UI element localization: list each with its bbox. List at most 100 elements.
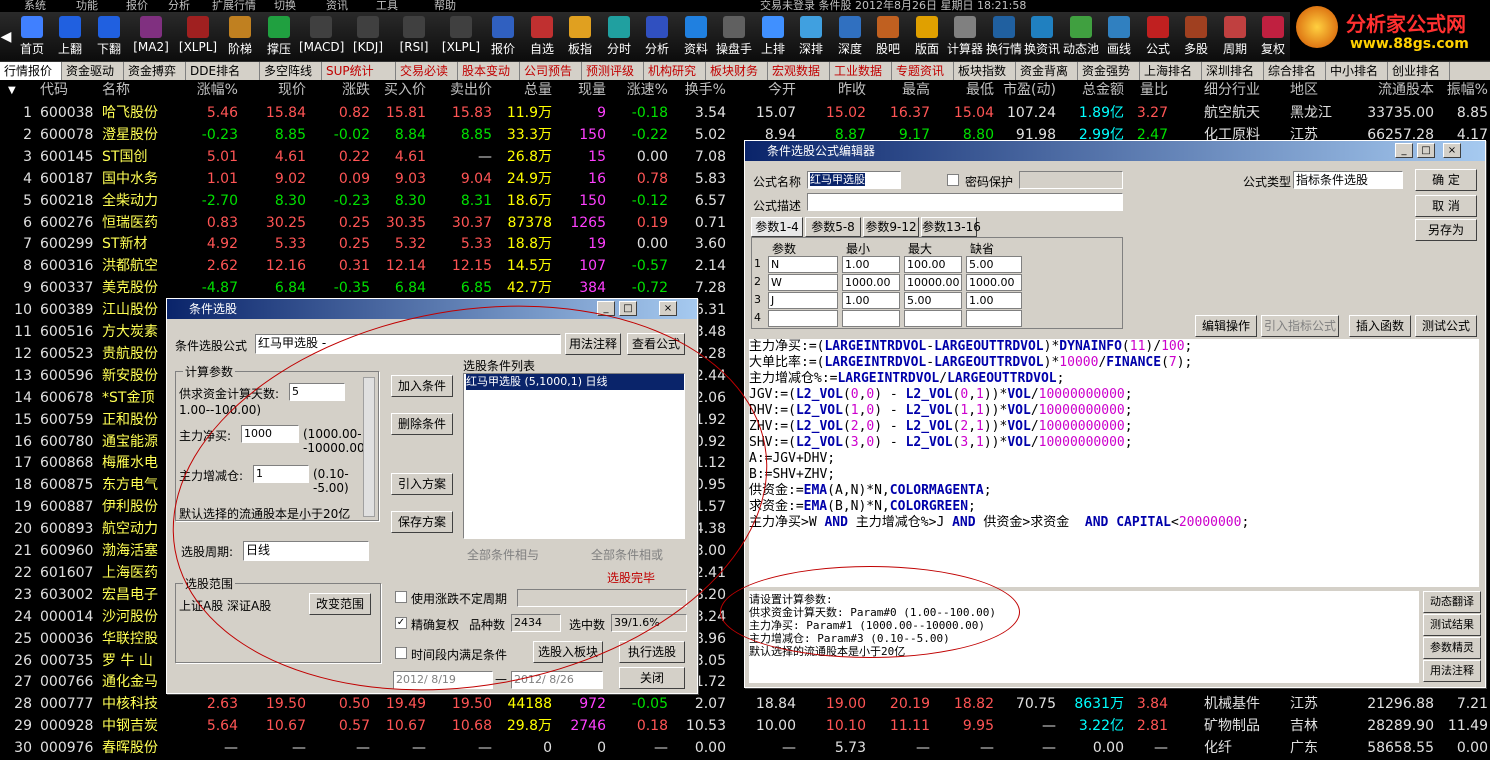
toolbar-button[interactable]: [MACD]	[299, 14, 344, 60]
add-condition-button[interactable]: 加入条件	[391, 375, 453, 397]
view-formula-button[interactable]: 查看公式	[627, 333, 685, 355]
ok-button[interactable]: 确 定	[1415, 169, 1477, 191]
toolbar-button[interactable]: 报价	[485, 14, 521, 60]
tab-21[interactable]: 中小排名	[1326, 62, 1388, 80]
password-input[interactable]	[1019, 171, 1123, 189]
tab-10[interactable]: 机构研究	[644, 62, 706, 80]
menu-item[interactable]: 切换	[274, 0, 296, 12]
toolbar-button[interactable]: 深排	[793, 14, 829, 60]
code-line[interactable]: ZHV:=(L2_VOL(2,0) - L2_VOL(2,1))*VOL/100…	[749, 419, 1479, 435]
close-icon[interactable]: ×	[659, 301, 677, 316]
toolbar-button[interactable]: 撑压	[261, 14, 297, 60]
desc-input[interactable]	[807, 193, 1123, 211]
param-cell[interactable]	[842, 310, 900, 327]
run-picker-button[interactable]: 执行选股	[619, 641, 685, 663]
toolbar-button[interactable]: 周期	[1217, 14, 1253, 60]
param-cell[interactable]	[904, 310, 962, 327]
param-cell[interactable]: 5.00	[966, 256, 1022, 273]
toolbar-button[interactable]: 板指	[562, 14, 598, 60]
tab-18[interactable]: 上海排名	[1140, 62, 1202, 80]
usage-button[interactable]: 用法注释	[565, 333, 621, 355]
maximize-button[interactable]: □	[619, 301, 637, 316]
tab-4[interactable]: 多空阵线	[260, 62, 322, 80]
toolbar-button[interactable]: 动态池	[1063, 14, 1099, 60]
toolbar-button[interactable]: 多股	[1178, 14, 1214, 60]
param1-input[interactable]: 5	[289, 383, 345, 401]
table-row[interactable]: 28 000777 中核科技 2.63 19.50 0.50 19.49 19.50 44188…	[0, 693, 1490, 715]
column-header[interactable]: 今开	[748, 80, 796, 101]
code-line[interactable]: B:=SHV+ZHV;	[749, 467, 1479, 483]
column-header[interactable]: 量比	[1130, 80, 1168, 101]
column-header[interactable]: 涨速%	[618, 80, 668, 101]
param-cell[interactable]: 1.00	[842, 292, 900, 309]
save-plan-button[interactable]: 保存方案	[391, 511, 453, 533]
import-indicator-button[interactable]: 引入指标公式	[1261, 315, 1339, 337]
insert-function-button[interactable]: 插入函数	[1349, 315, 1411, 337]
add-to-board-button[interactable]: 选股入板块	[533, 641, 603, 663]
param-cell[interactable]: J	[768, 292, 838, 309]
code-line[interactable]: 主力净买:=(LARGEINTRDVOL-LARGEOUTTRDVOL)*DYN…	[749, 339, 1479, 355]
menu-item[interactable]: 报价	[126, 0, 148, 12]
column-header[interactable]: 最低	[946, 80, 994, 101]
toolbar-button[interactable]: 下翻	[91, 14, 127, 60]
code-line[interactable]: 大单比率:=(LARGEINTRDVOL-LARGEOUTTRDVOL)*100…	[749, 355, 1479, 371]
name-input[interactable]: 红马甲选股	[807, 171, 901, 189]
table-row[interactable]: 30 000976 春晖股份 — — — — — 0 0 — 0.00 — 5.73 — — — 0.00 — 化纤 广…	[0, 737, 1490, 759]
column-header[interactable]: 地区	[1290, 80, 1350, 101]
toolbar-button[interactable]: 公式	[1140, 14, 1176, 60]
menu-item[interactable]: 功能	[76, 0, 98, 12]
toolbar-button[interactable]: 自选	[524, 14, 560, 60]
column-header[interactable]: 名称	[102, 80, 192, 101]
column-header[interactable]: 卖出价	[440, 80, 492, 101]
column-header[interactable]: 代码	[40, 80, 100, 101]
condition-list[interactable]: 红马甲选股 (5,1000,1) 日线	[463, 373, 685, 539]
tab-7[interactable]: 股本变动	[458, 62, 520, 80]
param-cell[interactable]: 1000.00	[966, 274, 1022, 291]
sort-icon[interactable]: ▼	[8, 80, 16, 101]
param-cell[interactable]	[966, 310, 1022, 327]
toolbar-button[interactable]: [RSI]	[392, 14, 436, 60]
param-cell[interactable]: N	[768, 256, 838, 273]
delete-condition-button[interactable]: 删除条件	[391, 413, 453, 435]
toolbar-button[interactable]: 换资讯	[1024, 14, 1060, 60]
toolbar-button[interactable]: 画线	[1101, 14, 1137, 60]
toolbar-button[interactable]: [XLPL]	[439, 14, 483, 60]
tab-6[interactable]: 交易必读	[396, 62, 458, 80]
edit-ops-button[interactable]: 编辑操作	[1195, 315, 1257, 337]
tab-3[interactable]: DDE排名	[186, 62, 260, 80]
param-cell[interactable]: W	[768, 274, 838, 291]
formula-code-editor[interactable]: 主力净买:=(LARGEINTRDVOL-LARGEOUTTRDVOL)*DYN…	[749, 339, 1479, 587]
code-line[interactable]: SHV:=(L2_VOL(3,0) - L2_VOL(3,1))*VOL/100…	[749, 435, 1479, 451]
toolbar-button[interactable]: 操盘手	[716, 14, 752, 60]
column-header[interactable]: 细分行业	[1204, 80, 1284, 101]
toolbar-button[interactable]: 分时	[601, 14, 637, 60]
editor-maximize-button[interactable]: □	[1417, 143, 1435, 158]
tab-17[interactable]: 资金强势	[1078, 62, 1140, 80]
tab-1[interactable]: 资金驱动	[62, 62, 124, 80]
tab-15[interactable]: 板块指数	[954, 62, 1016, 80]
tab-16[interactable]: 资金背离	[1016, 62, 1078, 80]
test-formula-button[interactable]: 测试公式	[1415, 315, 1477, 337]
param-cell[interactable]: 10000.00	[904, 274, 962, 291]
param-cell[interactable]: 5.00	[904, 292, 962, 309]
column-header[interactable]: 现价	[262, 80, 306, 101]
toolbar-button[interactable]: 版面	[909, 14, 945, 60]
tab-11[interactable]: 板块财务	[706, 62, 768, 80]
menu-item[interactable]: 帮助	[434, 0, 456, 12]
code-line[interactable]: 主力增减仓%:=LARGEINTRDVOL/LARGEOUTTRDVOL;	[749, 371, 1479, 387]
formula-select[interactable]: 红马甲选股 -	[255, 334, 561, 354]
password-checkbox[interactable]	[947, 174, 959, 186]
tab-9[interactable]: 预测评级	[582, 62, 644, 80]
column-header[interactable]: 换手%	[682, 80, 726, 101]
side-button-3[interactable]: 用法注释	[1423, 660, 1481, 682]
menu-item[interactable]: 系统	[24, 0, 46, 12]
toolbar-button[interactable]: 阶梯	[222, 14, 258, 60]
date-from[interactable]: 2012/ 8/19	[393, 671, 493, 689]
condition-item[interactable]: 红马甲选股 (5,1000,1) 日线	[466, 374, 684, 390]
table-row[interactable]: 29 000928 中钢吉炭 5.64 10.67 0.57 10.67 10.68 29.8万…	[0, 715, 1490, 737]
param-cell[interactable]: 1000.00	[842, 274, 900, 291]
menu-item[interactable]: 资讯	[326, 0, 348, 12]
column-header[interactable]: 现量	[560, 80, 606, 101]
toolbar-button[interactable]: [KDJ]	[346, 14, 390, 60]
adjust-checkbox[interactable]: ✓	[395, 617, 407, 629]
